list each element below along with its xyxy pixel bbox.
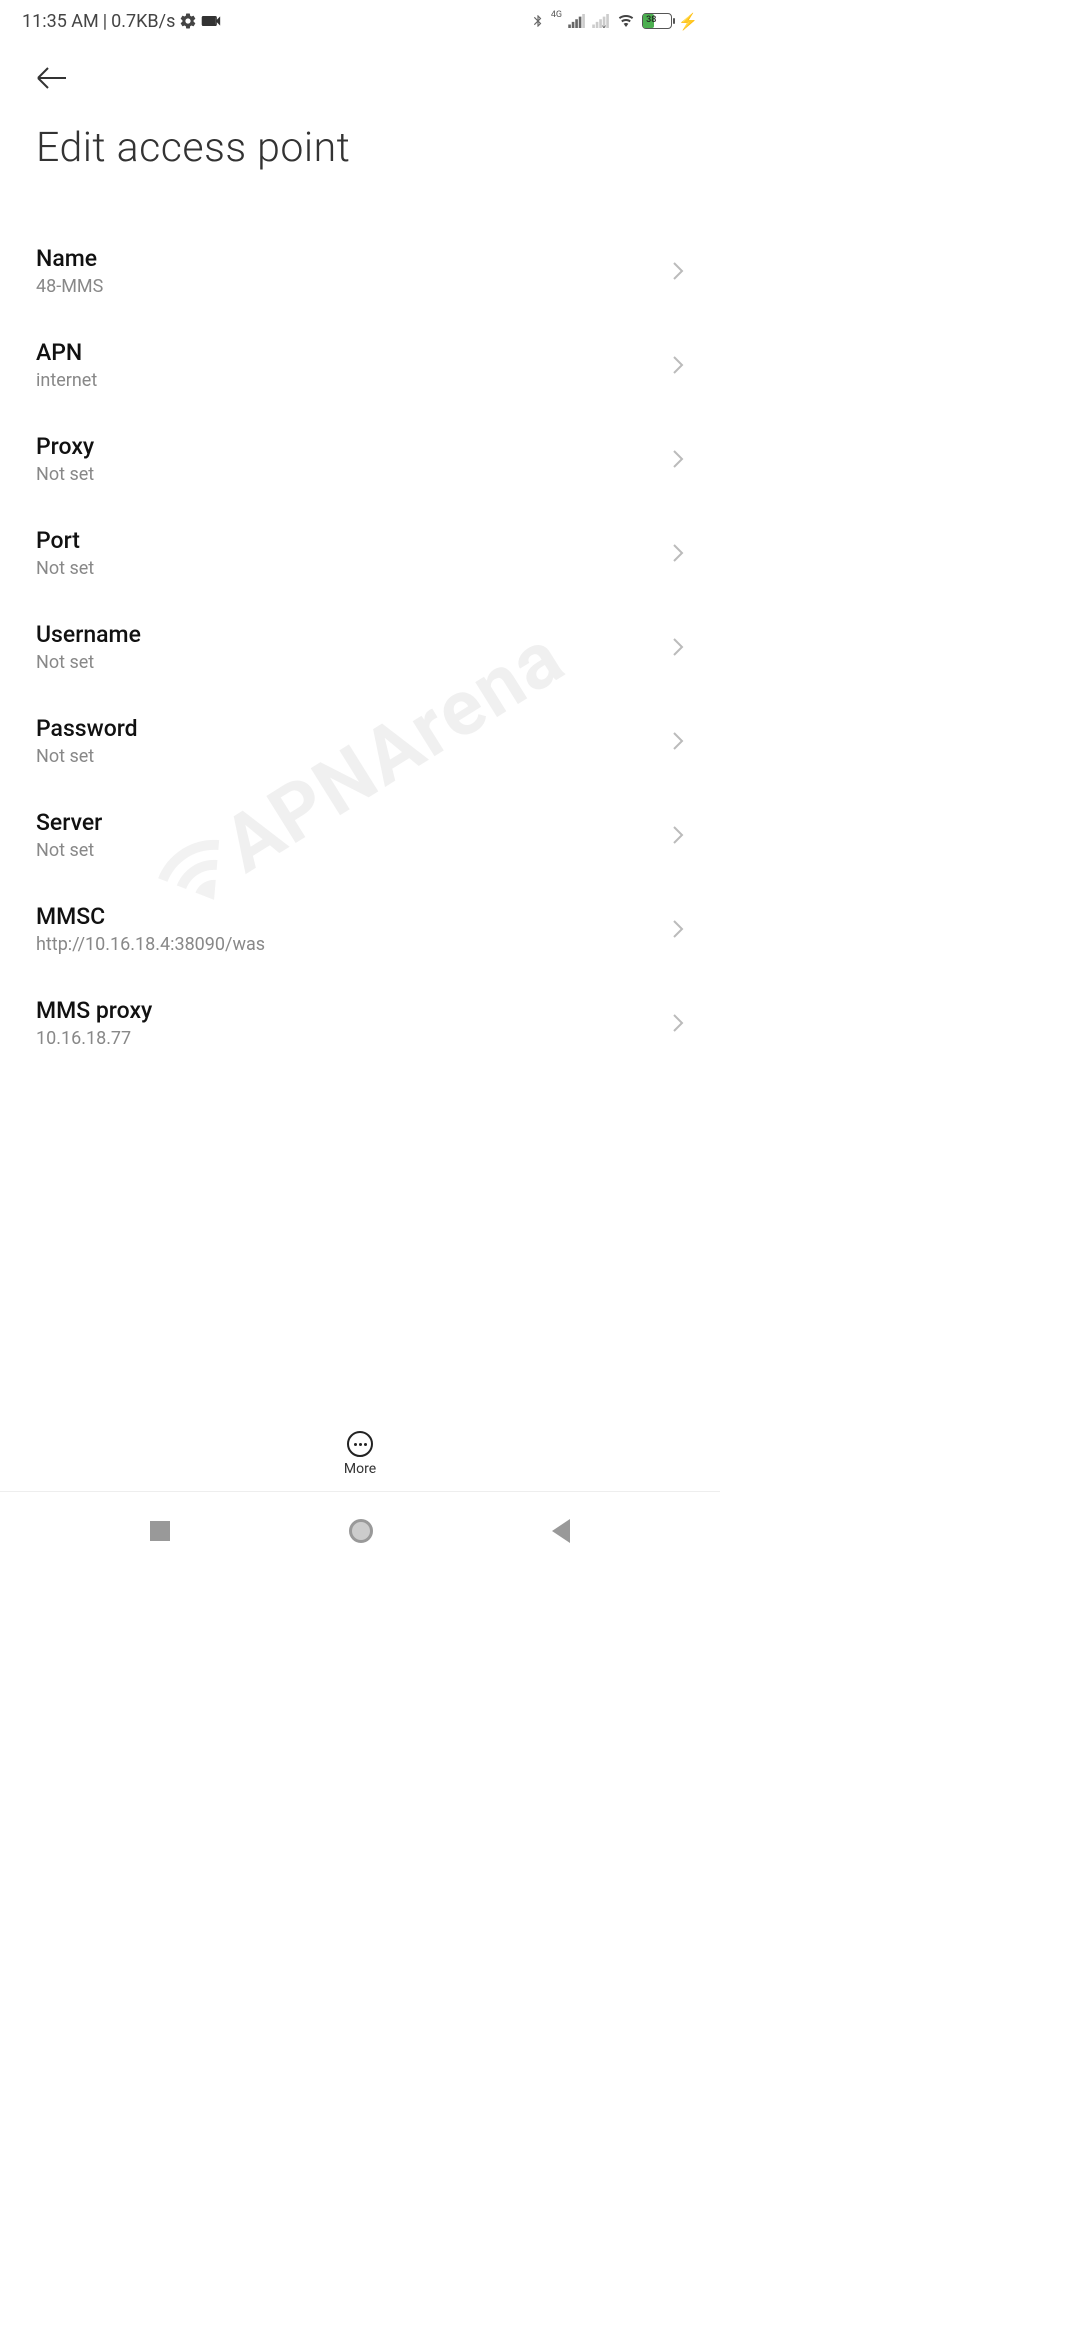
- signal-icon-1: [568, 14, 586, 28]
- row-label: Name: [36, 245, 103, 272]
- wifi-icon: [616, 13, 636, 29]
- row-value: internet: [36, 370, 97, 391]
- chevron-right-icon: [672, 449, 684, 469]
- nav-recent-button[interactable]: [150, 1521, 170, 1541]
- chevron-right-icon: [672, 731, 684, 751]
- bluetooth-icon: [531, 12, 545, 30]
- row-password[interactable]: Password Not set: [0, 694, 720, 788]
- chevron-right-icon: [672, 355, 684, 375]
- settings-list: Name 48-MMS APN internet Proxy Not set P…: [0, 224, 720, 1180]
- more-button[interactable]: More: [0, 1423, 720, 1492]
- chevron-right-icon: [672, 825, 684, 845]
- signal-icon-2: ✕: [592, 14, 610, 28]
- row-value: http://10.16.18.4:38090/was: [36, 934, 265, 955]
- chevron-right-icon: [672, 1013, 684, 1033]
- row-value: 10.16.18.77: [36, 1028, 152, 1049]
- back-button[interactable]: [36, 60, 68, 96]
- row-label: Server: [36, 809, 102, 836]
- charging-icon: ⚡: [678, 12, 698, 31]
- row-label: APN: [36, 339, 97, 366]
- row-label: MMS proxy: [36, 997, 152, 1024]
- battery-icon: 38: [642, 13, 672, 29]
- row-value: Not set: [36, 840, 102, 861]
- android-nav-bar: [0, 1502, 720, 1560]
- chevron-right-icon: [672, 543, 684, 563]
- network-type-label: 4G: [551, 10, 562, 20]
- row-proxy[interactable]: Proxy Not set: [0, 412, 720, 506]
- row-name[interactable]: Name 48-MMS: [0, 224, 720, 318]
- nav-home-button[interactable]: [349, 1519, 373, 1543]
- battery-percent: 38: [646, 15, 656, 25]
- row-label: Proxy: [36, 433, 94, 460]
- status-time: 11:35 AM: [22, 11, 99, 32]
- status-right: 4G ✕ 38 ⚡: [531, 12, 698, 31]
- header: Edit access point: [0, 42, 720, 180]
- row-value: Not set: [36, 652, 141, 673]
- row-value: Not set: [36, 746, 138, 767]
- row-value: Not set: [36, 464, 94, 485]
- row-label: MMSC: [36, 903, 265, 930]
- row-value: 48-MMS: [36, 276, 103, 297]
- more-label: More: [344, 1461, 376, 1477]
- chevron-right-icon: [672, 637, 684, 657]
- row-label: Username: [36, 621, 141, 648]
- gear-icon: [179, 12, 197, 30]
- chevron-right-icon: [672, 919, 684, 939]
- status-left: 11:35 AM | 0.7KB/s: [22, 11, 221, 32]
- row-port[interactable]: Port Not set: [0, 506, 720, 600]
- status-separator: |: [103, 11, 107, 32]
- row-value: Not set: [36, 558, 94, 579]
- row-apn[interactable]: APN internet: [0, 318, 720, 412]
- page-title: Edit access point: [36, 124, 684, 172]
- row-label: Port: [36, 527, 94, 554]
- status-data-rate: 0.7KB/s: [111, 11, 175, 32]
- row-label: Password: [36, 715, 138, 742]
- camera-icon: [201, 14, 221, 28]
- row-username[interactable]: Username Not set: [0, 600, 720, 694]
- svg-text:✕: ✕: [601, 24, 607, 28]
- nav-back-button[interactable]: [552, 1519, 570, 1543]
- more-icon: [347, 1431, 373, 1457]
- row-server[interactable]: Server Not set: [0, 788, 720, 882]
- row-mmsc[interactable]: MMSC http://10.16.18.4:38090/was: [0, 882, 720, 976]
- chevron-right-icon: [672, 261, 684, 281]
- row-mms-proxy[interactable]: MMS proxy 10.16.18.77: [0, 976, 720, 1070]
- status-bar: 11:35 AM | 0.7KB/s 4G ✕ 38 ⚡: [0, 0, 720, 42]
